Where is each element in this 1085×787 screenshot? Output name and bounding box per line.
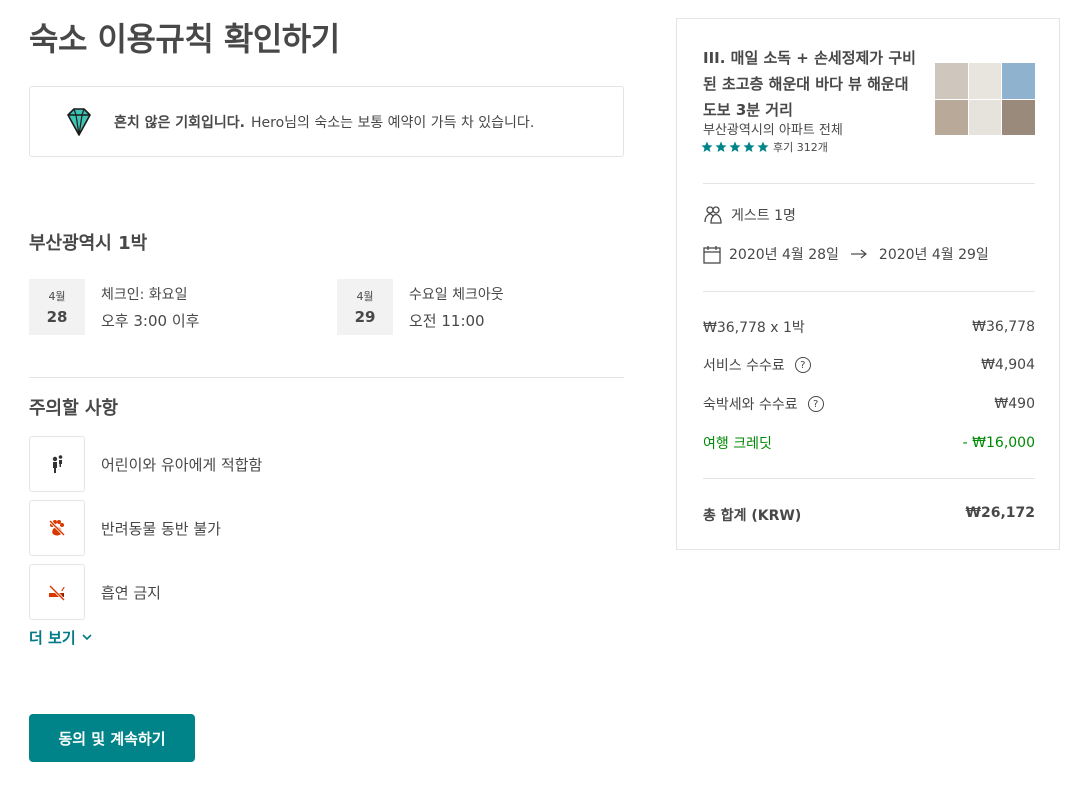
star-icon xyxy=(715,141,727,152)
checkin-time: 오후 3:00 이후 xyxy=(101,311,200,330)
section-divider xyxy=(29,377,624,378)
checkout-month: 4월 xyxy=(356,290,374,303)
show-more-link[interactable]: 더 보기 xyxy=(29,627,92,648)
credit-value: - ₩16,000 xyxy=(962,435,1035,451)
card-divider xyxy=(703,291,1035,292)
trip-title: 부산광역시 1박 xyxy=(29,233,148,254)
no-smoking-icon xyxy=(48,584,66,602)
price-tax: 숙박세와 수수료 ? ₩490 xyxy=(703,394,1035,414)
star-icon xyxy=(729,141,741,152)
review-count: 후기 312개 xyxy=(773,141,828,154)
price-service: 서비스 수수료 ? ₩4,904 xyxy=(703,355,1035,375)
checkin-date-box: 4월 28 xyxy=(29,279,85,335)
guest-label: 게스트 1명 xyxy=(731,208,796,224)
arrow-right-icon xyxy=(850,249,867,259)
help-icon[interactable]: ? xyxy=(807,396,824,412)
show-more-label: 더 보기 xyxy=(29,629,76,647)
listing-subtitle: 부산광역시의 아파트 전체 xyxy=(703,123,843,138)
listing-thumbnail xyxy=(935,63,1035,135)
date-from: 2020년 4월 28일 xyxy=(729,247,839,263)
booking-dates: 2020년 4월 28일 2020년 4월 29일 xyxy=(703,244,989,264)
booking-summary-card: III. 매일 소독 + 손세정제가 구비된 초고층 해운대 바다 뷰 해운대 … xyxy=(676,18,1060,550)
rule-label: 흡연 금지 xyxy=(101,583,161,602)
no-pets-icon xyxy=(48,519,66,537)
card-divider xyxy=(703,183,1035,184)
rule-label: 반려동물 동반 불가 xyxy=(101,519,221,538)
guests-icon xyxy=(704,206,722,224)
service-value: ₩4,904 xyxy=(981,357,1035,373)
service-label: 서비스 수수료 xyxy=(703,358,785,374)
notice-message: 흔치 않은 기회입니다. Hero님의 숙소는 보통 예약이 가득 차 있습니다. xyxy=(114,112,534,132)
nightly-value: ₩36,778 xyxy=(972,319,1035,335)
checkin-month: 4월 xyxy=(48,290,66,303)
date-to: 2020년 4월 29일 xyxy=(878,247,989,263)
price-nightly: ₩36,778 x 1박 ₩36,778 xyxy=(703,317,1035,337)
total-label: 총 합계 (KRW) xyxy=(703,508,802,524)
checkout-label: 수요일 체크아웃 xyxy=(409,286,504,303)
rule-label: 어린이와 유아에게 적합함 xyxy=(101,455,263,474)
checkout-time: 오전 11:00 xyxy=(409,311,485,330)
checkout-day: 29 xyxy=(354,308,376,326)
checkin-label: 체크인: 화요일 xyxy=(101,286,188,303)
notice-banner: 흔치 않은 기회입니다. Hero님의 숙소는 보통 예약이 가득 차 있습니다. xyxy=(29,86,624,157)
total-value: ₩26,172 xyxy=(965,505,1035,521)
help-icon[interactable]: ? xyxy=(794,357,811,373)
agree-continue-button[interactable]: 동의 및 계속하기 xyxy=(29,714,195,762)
rules-title: 주의할 사항 xyxy=(29,398,119,419)
price-total: 총 합계 (KRW) ₩26,172 xyxy=(703,505,1035,525)
nightly-label: ₩36,778 x 1박 xyxy=(703,320,805,336)
calendar-icon xyxy=(703,245,721,264)
star-icon xyxy=(701,141,713,152)
card-divider xyxy=(703,478,1035,479)
credit-label: 여행 크레딧 xyxy=(703,436,772,452)
checkin-block: 4월 28 체크인: 화요일 오후 3:00 이후 xyxy=(29,279,199,335)
checkout-date-box: 4월 29 xyxy=(337,279,393,335)
checkin-day: 28 xyxy=(46,308,68,326)
child-icon xyxy=(52,455,63,473)
rating: 후기 312개 xyxy=(701,139,828,155)
checkout-block: 4월 29 수요일 체크아웃 오전 11:00 xyxy=(337,279,504,335)
guest-count: 게스트 1명 xyxy=(703,205,796,225)
chevron-down-icon xyxy=(82,634,92,641)
tax-value: ₩490 xyxy=(994,396,1035,412)
listing-title[interactable]: III. 매일 소독 + 손세정제가 구비된 초고층 해운대 바다 뷰 해운대 … xyxy=(703,45,923,123)
rule-item-smoking: 흡연 금지 xyxy=(29,564,161,620)
diamond-icon xyxy=(67,107,91,136)
price-credit: 여행 크레딧 - ₩16,000 xyxy=(703,433,1035,453)
notice-text: Hero님의 숙소는 보통 예약이 가득 차 있습니다. xyxy=(251,114,535,131)
star-icon xyxy=(743,141,755,152)
page-title: 숙소 이용규칙 확인하기 xyxy=(29,20,340,58)
star-icon xyxy=(757,141,769,152)
rule-item-pets: 반려동물 동반 불가 xyxy=(29,500,221,556)
tax-label: 숙박세와 수수료 xyxy=(703,397,798,413)
rule-item-children: 어린이와 유아에게 적합함 xyxy=(29,436,262,492)
notice-bold: 흔치 않은 기회입니다. xyxy=(114,114,245,131)
